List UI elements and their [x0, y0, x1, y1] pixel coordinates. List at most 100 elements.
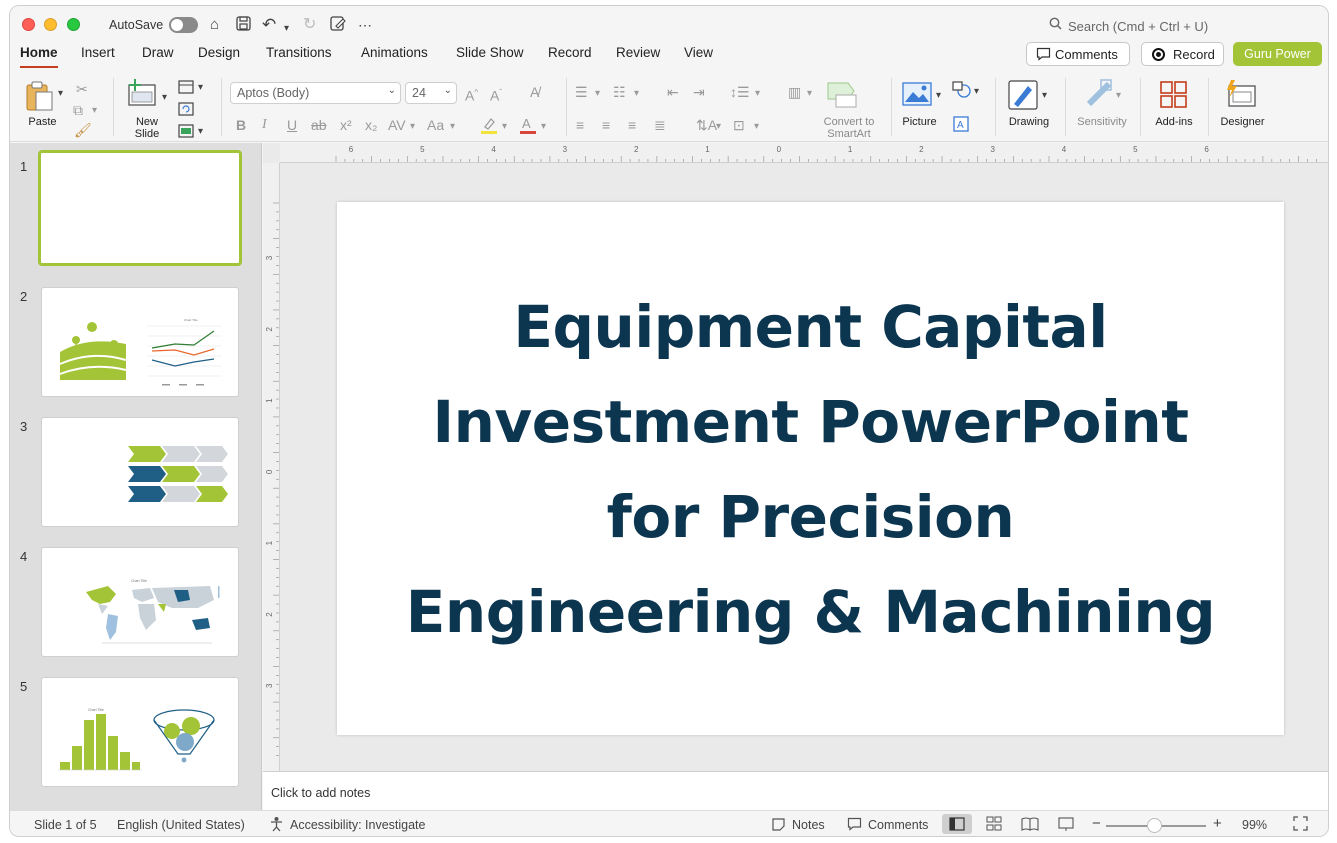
increase-font-icon[interactable]: A^ — [465, 85, 478, 104]
textbox-icon[interactable]: A — [953, 116, 969, 137]
edit-doc-icon[interactable] — [330, 16, 346, 36]
tab-draw[interactable]: Draw — [142, 45, 174, 60]
redo-icon[interactable]: ↻ — [303, 16, 316, 34]
designer-icon[interactable] — [1225, 78, 1257, 113]
tab-record[interactable]: Record — [548, 45, 592, 60]
tab-animations[interactable]: Animations — [361, 45, 428, 60]
zoom-window-button[interactable] — [67, 18, 80, 31]
change-case-icon[interactable]: Aa — [427, 117, 444, 133]
fit-to-window-icon[interactable] — [1293, 816, 1308, 834]
zoom-slider-handle[interactable] — [1147, 818, 1162, 833]
main-slide-canvas[interactable]: Equipment Capital Investment PowerPoint … — [337, 202, 1284, 735]
line-spacing-icon[interactable]: ↕☰ — [730, 84, 750, 100]
chevron-down-icon[interactable]: ▾ — [541, 119, 546, 135]
numbering-icon[interactable]: ☷ — [613, 84, 626, 100]
columns-icon[interactable]: ▥ — [788, 84, 801, 100]
chevron-down-icon[interactable]: ▾ — [450, 119, 455, 135]
tab-transitions[interactable]: Transitions — [266, 45, 332, 60]
slide-sorter-view-button[interactable] — [979, 814, 1009, 834]
character-spacing-icon[interactable]: AV — [388, 117, 406, 133]
reading-view-button[interactable] — [1015, 814, 1045, 834]
slide-title[interactable]: Equipment Capital Investment PowerPoint … — [377, 280, 1244, 660]
font-color-icon[interactable]: A — [519, 116, 537, 139]
font-size-select[interactable]: 24 ⌄ — [405, 82, 457, 104]
drawing-icon[interactable] — [1008, 80, 1038, 115]
increase-indent-icon[interactable]: ⇥ — [693, 84, 705, 100]
shapes-dropdown-icon[interactable]: ▾ — [974, 84, 979, 100]
bold-icon[interactable]: B — [236, 117, 246, 133]
decrease-font-icon[interactable]: Aˇ — [490, 85, 502, 104]
section-icon[interactable] — [178, 124, 194, 143]
chevron-down-icon[interactable]: ▾ — [716, 119, 721, 135]
slide-thumbnail-4[interactable]: Chart Title — [41, 547, 239, 657]
language-status[interactable]: English (United States) — [117, 818, 245, 832]
chevron-down-icon[interactable]: ▾ — [502, 119, 507, 135]
comments-status-button[interactable]: Comments — [868, 818, 928, 832]
italic-icon[interactable]: I — [262, 117, 267, 133]
text-direction-icon[interactable]: ⇅A — [696, 117, 717, 133]
zoom-level[interactable]: 99% — [1242, 818, 1267, 832]
zoom-out-button[interactable]: − — [1092, 815, 1101, 832]
close-window-button[interactable] — [22, 18, 35, 31]
sensitivity-icon[interactable] — [1085, 78, 1115, 113]
record-button[interactable]: Record — [1141, 42, 1224, 66]
save-icon[interactable] — [236, 16, 251, 36]
picture-dropdown-icon[interactable]: ▾ — [936, 88, 941, 104]
sensitivity-dropdown-icon[interactable]: ▾ — [1116, 88, 1121, 104]
highlight-icon[interactable] — [480, 116, 498, 139]
more-options-icon[interactable]: ⋯ — [358, 16, 372, 34]
slide-thumbnail-2[interactable]: Chart Title — [41, 287, 239, 397]
chevron-down-icon[interactable]: ▾ — [595, 86, 600, 102]
chevron-down-icon[interactable]: ▾ — [755, 86, 760, 102]
format-painter-icon[interactable]: 🖌 — [74, 122, 92, 138]
strikethrough-icon[interactable]: ab — [311, 117, 327, 133]
undo-icon[interactable]: ↶ — [262, 16, 276, 34]
underline-icon[interactable]: U — [287, 117, 297, 133]
shapes-icon[interactable] — [952, 81, 972, 104]
tab-home[interactable]: Home — [20, 45, 58, 60]
tab-design[interactable]: Design — [198, 45, 240, 60]
chevron-down-icon[interactable]: ▾ — [807, 86, 812, 102]
slideshow-view-button[interactable] — [1051, 814, 1081, 834]
subscript-icon[interactable]: x₂ — [365, 117, 377, 133]
comments-button[interactable]: Comments — [1026, 42, 1130, 66]
bullets-icon[interactable]: ☰ — [575, 84, 588, 100]
chevron-down-icon[interactable]: ▾ — [410, 119, 415, 135]
drawing-dropdown-icon[interactable]: ▾ — [1042, 88, 1047, 104]
font-name-select[interactable]: Aptos (Body) ⌄ — [230, 82, 401, 104]
copy-icon[interactable]: ⧉ — [73, 102, 83, 118]
reset-icon[interactable] — [178, 102, 194, 121]
chevron-down-icon[interactable]: ▾ — [634, 86, 639, 102]
new-slide-dropdown-icon[interactable]: ▾ — [162, 90, 167, 106]
notes-pane[interactable]: Click to add notes — [263, 771, 1328, 810]
autosave-toggle[interactable] — [169, 17, 198, 33]
new-slide-icon[interactable] — [127, 79, 159, 112]
cut-icon[interactable]: ✂ — [76, 81, 88, 97]
align-text-icon[interactable]: ⊡ — [733, 117, 745, 133]
tab-view[interactable]: View — [684, 45, 713, 60]
chevron-down-icon[interactable]: ▾ — [754, 119, 759, 135]
decrease-indent-icon[interactable]: ⇤ — [667, 84, 679, 100]
guru-power-button[interactable]: Guru Power — [1233, 42, 1322, 66]
zoom-in-button[interactable]: + — [1213, 815, 1222, 832]
addins-icon[interactable] — [1159, 80, 1189, 115]
notes-button[interactable]: Notes — [792, 818, 825, 832]
section-dropdown-icon[interactable]: ▾ — [198, 124, 203, 140]
slide-thumbnail-3[interactable] — [41, 417, 239, 527]
layout-dropdown-icon[interactable]: ▾ — [198, 80, 203, 96]
minimize-window-button[interactable] — [44, 18, 57, 31]
tab-review[interactable]: Review — [616, 45, 660, 60]
slide-thumbnail-1[interactable] — [38, 150, 242, 266]
smartart-icon[interactable] — [826, 81, 860, 114]
layout-icon[interactable] — [178, 80, 194, 99]
tab-insert[interactable]: Insert — [81, 45, 115, 60]
undo-dropdown-icon[interactable]: ▾ — [284, 20, 289, 38]
home-icon[interactable]: ⌂ — [210, 16, 219, 34]
tab-slide-show[interactable]: Slide Show — [456, 45, 524, 60]
clear-formatting-icon[interactable]: A̸ — [530, 84, 539, 100]
align-center-icon[interactable]: ≡ — [602, 117, 610, 133]
paste-icon[interactable] — [25, 80, 55, 117]
picture-icon[interactable] — [902, 82, 932, 111]
paste-dropdown-icon[interactable]: ▾ — [58, 86, 63, 102]
accessibility-status[interactable]: Accessibility: Investigate — [290, 818, 425, 832]
